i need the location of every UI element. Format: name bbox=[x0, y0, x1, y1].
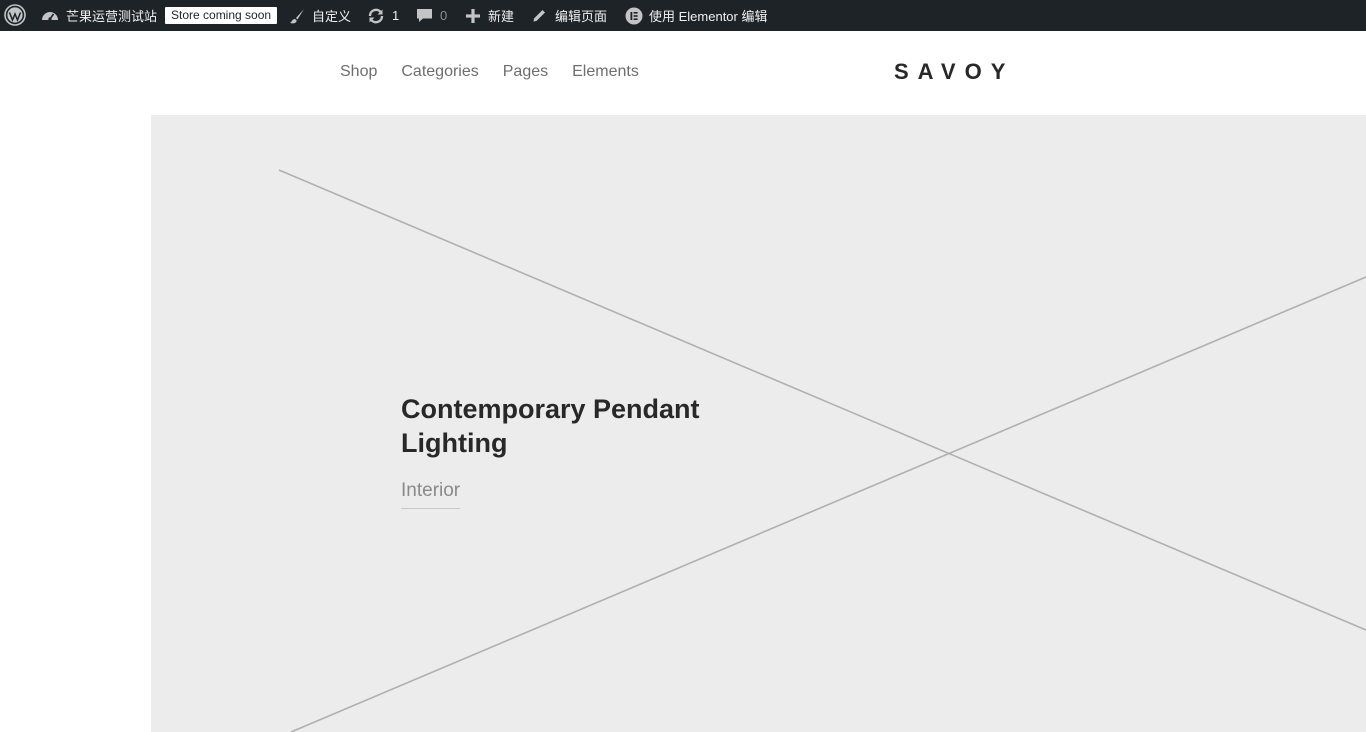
nav-item-shop[interactable]: Shop bbox=[340, 60, 377, 84]
hero-category-link[interactable]: Interior bbox=[401, 478, 461, 509]
comment-icon bbox=[416, 7, 433, 24]
hero-banner: Contemporary Pendant Lighting Interior bbox=[151, 115, 1366, 732]
refresh-icon bbox=[367, 7, 385, 25]
store-status-badge[interactable]: Store coming soon bbox=[165, 7, 278, 24]
edit-page-label: 编辑页面 bbox=[555, 9, 608, 24]
nav-item-pages[interactable]: Pages bbox=[503, 60, 548, 84]
edit-page-menu[interactable]: 编辑页面 bbox=[531, 0, 607, 31]
site-name-menu[interactable]: 芒果运营测试站 bbox=[40, 0, 157, 31]
dashboard-icon bbox=[40, 6, 60, 26]
site-name: 芒果运营测试站 bbox=[66, 9, 158, 24]
elementor-edit-menu[interactable]: 使用 Elementor 编辑 bbox=[625, 0, 767, 31]
image-placeholder bbox=[278, 169, 1366, 732]
comments-menu[interactable]: 0 bbox=[416, 0, 447, 31]
elementor-edit-label: 使用 Elementor 编辑 bbox=[649, 9, 768, 24]
site-logo[interactable]: SAVOY bbox=[894, 58, 1014, 86]
updates-menu[interactable]: 1 bbox=[367, 0, 399, 31]
comments-count: 0 bbox=[440, 8, 448, 23]
updates-count: 1 bbox=[392, 8, 400, 23]
brush-icon bbox=[288, 7, 306, 25]
nav-item-categories[interactable]: Categories bbox=[401, 60, 478, 84]
customize-label: 自定义 bbox=[312, 9, 352, 24]
pencil-icon bbox=[531, 7, 548, 24]
new-label: 新建 bbox=[488, 9, 515, 24]
admin-bar: 芒果运营测试站 Store coming soon 自定义 1 0 新建 编辑页… bbox=[0, 0, 1366, 31]
elementor-icon bbox=[625, 7, 643, 25]
plus-icon bbox=[465, 8, 481, 24]
main-navigation: Shop Categories Pages Elements bbox=[340, 60, 639, 84]
wordpress-logo-icon bbox=[4, 4, 26, 26]
nav-item-elements[interactable]: Elements bbox=[572, 60, 639, 84]
new-content-menu[interactable]: 新建 bbox=[465, 0, 514, 31]
hero-title[interactable]: Contemporary Pendant Lighting bbox=[401, 392, 741, 460]
customize-menu[interactable]: 自定义 bbox=[288, 0, 351, 31]
wordpress-menu[interactable] bbox=[4, 4, 26, 26]
